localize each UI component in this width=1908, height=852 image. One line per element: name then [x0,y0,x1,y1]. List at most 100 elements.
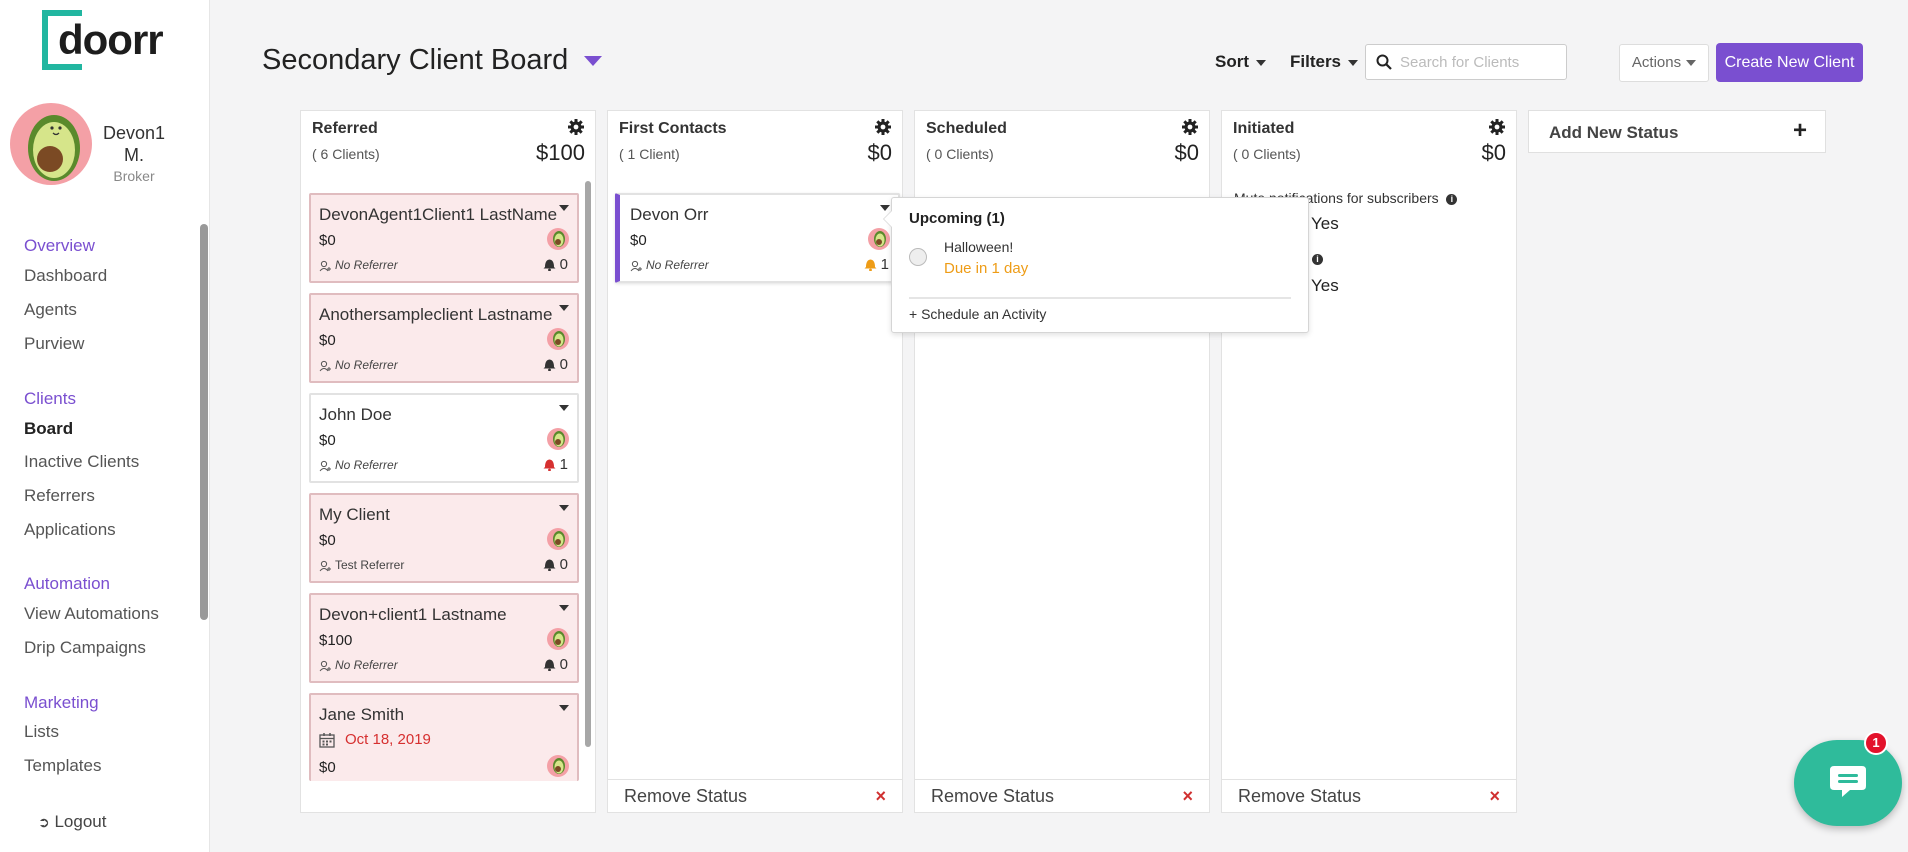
activity-complete-radio[interactable] [909,248,927,266]
column-amount: $0 [867,140,892,165]
remove-status-button[interactable]: Remove Status [624,786,747,807]
notifications[interactable]: 0 [543,656,568,673]
client-name: Anothersampleclient Lastname [319,305,553,324]
agent-avatar-icon [547,328,569,350]
referrer-label: No Referrer [335,358,398,372]
card-menu-caret-icon[interactable] [559,605,569,611]
activity-name[interactable]: Halloween! [944,239,1013,255]
nav-item-templates[interactable]: Templates [24,756,101,776]
sort-dropdown[interactable]: Sort [1215,52,1266,72]
client-card[interactable]: DevonAgent1Client1 LastName $0 No Referr… [309,193,579,283]
column-count: ( 0 Clients) [1233,146,1301,162]
create-new-client-button[interactable]: Create New Client [1716,43,1863,82]
user-avatar[interactable] [10,103,92,185]
card-menu-caret-icon[interactable] [559,405,569,411]
info-icon: i [1446,194,1458,205]
close-icon[interactable]: × [875,786,886,807]
caret-down-icon [1256,59,1266,66]
notifications[interactable]: 0 [543,356,568,373]
gear-icon[interactable] [567,118,585,136]
actions-button[interactable]: Actions [1619,44,1709,82]
card-menu-caret-icon[interactable] [559,205,569,211]
user-role: Broker [113,168,155,184]
agent-avatar-icon [547,628,569,650]
nav-item-agents[interactable]: Agents [24,300,77,320]
notification-count: 0 [559,656,568,673]
actions-label: Actions [1631,54,1682,71]
client-name: Devon+client1 Lastname [319,605,507,624]
referrer: No Referrer [319,658,398,672]
close-icon[interactable]: × [1489,786,1500,807]
nav-item-referrers[interactable]: Referrers [24,486,95,506]
notifications[interactable]: 0 [543,256,568,273]
filters-label: Filters [1290,52,1342,71]
search-input[interactable] [1400,52,1560,72]
referrer-label: Test Referrer [335,558,405,572]
nav-item-inactive-clients[interactable]: Inactive Clients [24,452,139,472]
card-menu-caret-icon[interactable] [559,505,569,511]
nav-section-automation: Automation [24,574,110,593]
column-scrollbar[interactable] [585,181,591,747]
nav-section-clients: Clients [24,389,76,408]
board-switch-caret-icon[interactable] [584,56,602,66]
notification-count: 1 [559,456,568,473]
client-amount: $0 [319,232,336,249]
client-card[interactable]: My Client $0 Test Referrer 0 [309,493,579,583]
schedule-activity-link[interactable]: + Schedule an Activity [909,306,1046,322]
person-add-icon [319,660,331,672]
close-icon[interactable]: × [1182,786,1193,807]
setting-value[interactable]: Yes [1311,214,1339,234]
agent-avatar-icon [547,228,569,250]
column-count: ( 6 Clients) [312,146,380,162]
sidebar-scrollbar[interactable] [200,224,208,620]
card-menu-caret-icon[interactable] [559,305,569,311]
add-new-status-button[interactable]: Add New Status + [1528,110,1826,153]
gear-icon[interactable] [1488,118,1506,136]
nav-item-dashboard[interactable]: Dashboard [24,266,107,286]
column-footer: Remove Status × [915,779,1209,812]
search-icon [1376,54,1392,70]
nav-item-board[interactable]: Board [24,419,73,439]
client-card[interactable]: Jane Smith Oct 18, 2019 $0 [309,693,579,781]
gear-icon[interactable] [1181,118,1199,136]
nav-item-purview[interactable]: Purview [24,334,84,354]
bell-icon [864,259,877,272]
nav-item-applications[interactable]: Applications [24,520,116,540]
agent-avatar-icon [547,528,569,550]
sidebar: doorr Devon1 M. Broker Overview Dashboar… [0,0,210,852]
doorr-logo[interactable]: doorr [42,10,166,72]
notifications[interactable]: 0 [543,556,568,573]
bell-icon [543,559,556,572]
client-card[interactable]: John Doe $0 No Referrer 1 [309,393,579,483]
setting-value[interactable]: Yes [1311,276,1339,296]
search-box [1365,44,1567,80]
column-count: ( 0 Clients) [926,146,994,162]
notifications[interactable]: 1 [543,456,568,473]
bell-icon [543,459,556,472]
remove-status-button[interactable]: Remove Status [1238,786,1361,807]
upcoming-activities-popover: Upcoming (1) Halloween! Due in 1 day + S… [883,197,1309,333]
card-menu-caret-icon[interactable] [559,705,569,711]
client-card[interactable]: Devon Orr $0 No Referrer 1 [615,193,900,283]
filters-dropdown[interactable]: Filters [1290,52,1359,72]
gear-icon[interactable] [874,118,892,136]
client-card[interactable]: Anothersampleclient Lastname $0 No Refer… [309,293,579,383]
remove-status-button[interactable]: Remove Status [931,786,1054,807]
nav-item-lists[interactable]: Lists [24,722,59,742]
chat-widget-button[interactable] [1794,740,1902,826]
caret-down-icon [1348,59,1359,66]
nav-item-drip-campaigns[interactable]: Drip Campaigns [24,638,146,658]
notifications[interactable]: 1 [864,256,889,273]
nav-item-view-automations[interactable]: View Automations [24,604,159,624]
logout-link[interactable]: ➲ Logout [38,812,106,832]
client-name: DevonAgent1Client1 LastName [319,205,558,224]
notification-count: 0 [559,256,568,273]
person-add-icon [319,560,331,572]
client-name: My Client [319,505,390,524]
client-card[interactable]: Devon+client1 Lastname $100 No Referrer … [309,593,579,683]
client-amount: $0 [319,432,336,449]
notification-count: 1 [880,256,889,273]
client-name: Jane Smith [319,705,405,724]
person-add-icon [319,360,331,372]
column-amount: $0 [1481,140,1506,165]
